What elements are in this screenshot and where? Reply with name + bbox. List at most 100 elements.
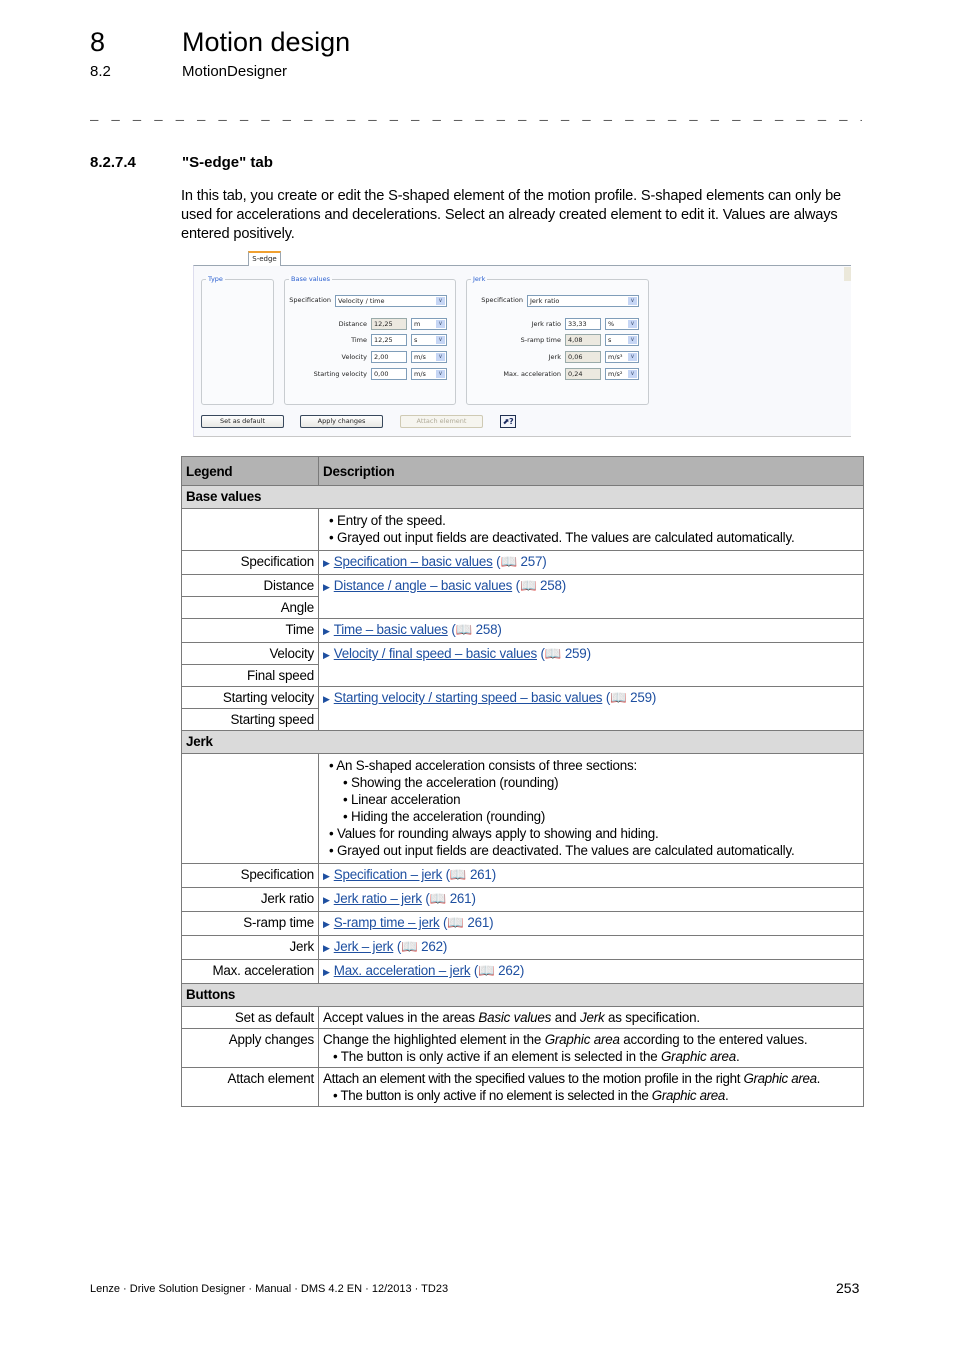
jerk-group-title: Jerk (471, 275, 488, 284)
note-text: • The button is only active if an elemen… (333, 1049, 740, 1064)
velocity-unit: m/s (414, 353, 426, 361)
subsection-number: 8.2.7.4 (90, 154, 136, 171)
book-icon: 📖 (455, 622, 473, 637)
legend-cell: Specification (181, 863, 319, 888)
max-acceleration-unit: m/s² (608, 370, 623, 378)
link-specification-basic-values[interactable]: Specification – basic values (334, 554, 493, 569)
note-text: • The button is only active if no elemen… (333, 1088, 729, 1103)
set-as-default-button[interactable]: Set as default (201, 415, 284, 428)
s-ramp-time-unit: s (608, 336, 612, 344)
triangle-right-icon: ▶ (323, 650, 330, 660)
link-time-basic-values[interactable]: Time – basic values (334, 622, 448, 637)
s-ramp-time-unit-select[interactable]: s ∨ (605, 334, 639, 346)
legend-cell: Distance (181, 574, 319, 597)
jerk-ratio-unit-select[interactable]: % ∨ (605, 318, 639, 330)
book-icon: 📖 (610, 690, 627, 705)
header-legend: Legend (181, 456, 319, 486)
table-row: • Entry of the speed. • Grayed out input… (181, 508, 864, 551)
header-separator: _ _ _ _ _ _ _ _ _ _ _ _ _ _ _ _ _ _ _ _ … (90, 108, 862, 122)
table-row: Velocity ▶ Velocity / final speed – basic… (181, 642, 864, 687)
triangle-right-icon: ▶ (323, 871, 330, 881)
legend-cell: S-ramp time (181, 911, 319, 936)
intro-paragraph: In this tab, you create or edit the S-sh… (181, 188, 842, 242)
attach-element-button[interactable]: Attach element (400, 415, 483, 428)
legend-cell: Jerk (181, 935, 319, 960)
type-group: Type (201, 275, 274, 405)
book-icon: 📖 (429, 891, 447, 906)
triangle-right-icon: ▶ (323, 558, 330, 568)
starting-velocity-label: Starting velocity (313, 370, 367, 378)
help-cursor-button[interactable]: ⬈? (500, 415, 516, 428)
base-spec-select[interactable]: Velocity / time ∨ (335, 295, 447, 307)
apply-changes-button[interactable]: Apply changes (300, 415, 383, 428)
jerk-label: Jerk (548, 353, 561, 361)
jerk-unit-select[interactable]: m/s³ ∨ (605, 351, 639, 363)
jerk-input[interactable]: 0,06 (565, 351, 601, 363)
chevron-down-icon: ∨ (628, 320, 637, 328)
type-group-title: Type (206, 275, 225, 284)
chevron-down-icon: ∨ (628, 353, 637, 361)
table-row: Set as default Accept values in the area… (181, 1006, 864, 1029)
chevron-down-icon: ∨ (436, 297, 445, 305)
legend-cell: Attach element (181, 1067, 319, 1107)
sub-bullet-text: • Hiding the acceleration (rounding) (343, 809, 546, 824)
scrollbar[interactable] (844, 267, 851, 281)
time-unit-select[interactable]: s ∨ (411, 334, 447, 346)
table-row: Attach element Attach an element with th… (181, 1067, 864, 1107)
time-label: Time (351, 336, 367, 344)
distance-unit-select[interactable]: m ∨ (411, 318, 447, 330)
link-starting-velocity-basic-values[interactable]: Starting velocity / starting speed – bas… (334, 690, 603, 705)
velocity-unit-select[interactable]: m/s ∨ (411, 351, 447, 363)
sub-bullet-text: • Showing the acceleration (rounding) (343, 775, 559, 790)
link-velocity-final-speed-basic-values[interactable]: Velocity / final speed – basic values (334, 646, 537, 661)
triangle-right-icon: ▶ (323, 582, 330, 592)
jerk-spec-label: Specification (481, 296, 523, 304)
help-cursor-icon: ⬈? (502, 417, 514, 426)
section-title: MotionDesigner (182, 63, 288, 80)
s-ramp-time-label: S-ramp time (520, 336, 561, 344)
jerk-ratio-input[interactable]: 33,33 (565, 318, 601, 330)
chevron-down-icon: ∨ (628, 336, 637, 344)
book-icon: 📖 (519, 578, 537, 593)
link-jerk-jerk[interactable]: Jerk – jerk (334, 939, 394, 954)
book-icon: 📖 (478, 963, 495, 978)
group-title-base-values: Base values (181, 485, 864, 509)
chevron-down-icon: ∨ (628, 370, 637, 378)
table-header-row: Legend Description (181, 456, 864, 486)
base-values-group-title: Base values (289, 275, 333, 284)
table-row: Jerk ▶ Jerk – jerk (📖 262) (181, 935, 864, 960)
header-description: Description (318, 456, 864, 486)
table-row: Jerk ratio ▶ Jerk ratio – jerk (📖 261) (181, 887, 864, 912)
base-values-group: Base values Specification Velocity / tim… (284, 275, 456, 405)
starting-velocity-unit-select[interactable]: m/s ∨ (411, 368, 447, 380)
jerk-group: Jerk Specification Jerk ratio ∨ Jerk rat… (466, 275, 649, 405)
link-distance-angle-basic-values[interactable]: Distance / angle – basic values (334, 578, 513, 593)
chevron-down-icon: ∨ (436, 336, 445, 344)
legend-table: Legend Description Base values • Entry o… (181, 456, 864, 1107)
tab-s-edge[interactable]: S-edge (248, 251, 281, 266)
legend-cell: Angle (181, 596, 319, 619)
description-cell: Change the highlighted element in the Gr… (318, 1028, 864, 1068)
jerk-spec-select[interactable]: Jerk ratio ∨ (527, 295, 639, 307)
link-jerk-ratio-jerk[interactable]: Jerk ratio – jerk (334, 891, 422, 906)
velocity-input[interactable]: 2,00 (371, 351, 407, 363)
sub-bullet-text: • Linear acceleration (343, 792, 461, 807)
link-s-ramp-time-jerk[interactable]: S-ramp time – jerk (334, 915, 440, 930)
group-row-jerk: Jerk (181, 730, 864, 754)
triangle-right-icon: ▶ (323, 943, 330, 953)
legend-cell: Set as default (181, 1006, 319, 1029)
table-row: S-ramp time ▶ S-ramp time – jerk (📖 261) (181, 911, 864, 936)
page-number: 253 (836, 1280, 860, 1296)
legend-cell: Jerk ratio (181, 887, 319, 912)
starting-velocity-input[interactable]: 0,00 (371, 368, 407, 380)
time-input[interactable]: 12,25 (371, 334, 407, 346)
max-acceleration-unit-select[interactable]: m/s² ∨ (605, 368, 639, 380)
distance-input[interactable]: 12,25 (371, 318, 407, 330)
link-specification-jerk[interactable]: Specification – jerk (334, 867, 443, 882)
link-max-acceleration-jerk[interactable]: Max. acceleration – jerk (334, 963, 471, 978)
bullet-text: • Grayed out input fields are deactivate… (329, 530, 795, 545)
max-acceleration-input[interactable]: 0,24 (565, 368, 601, 380)
legend-cell: Starting speed (181, 708, 319, 731)
chapter-title: Motion design (182, 27, 351, 57)
s-ramp-time-input[interactable]: 4,08 (565, 334, 601, 346)
